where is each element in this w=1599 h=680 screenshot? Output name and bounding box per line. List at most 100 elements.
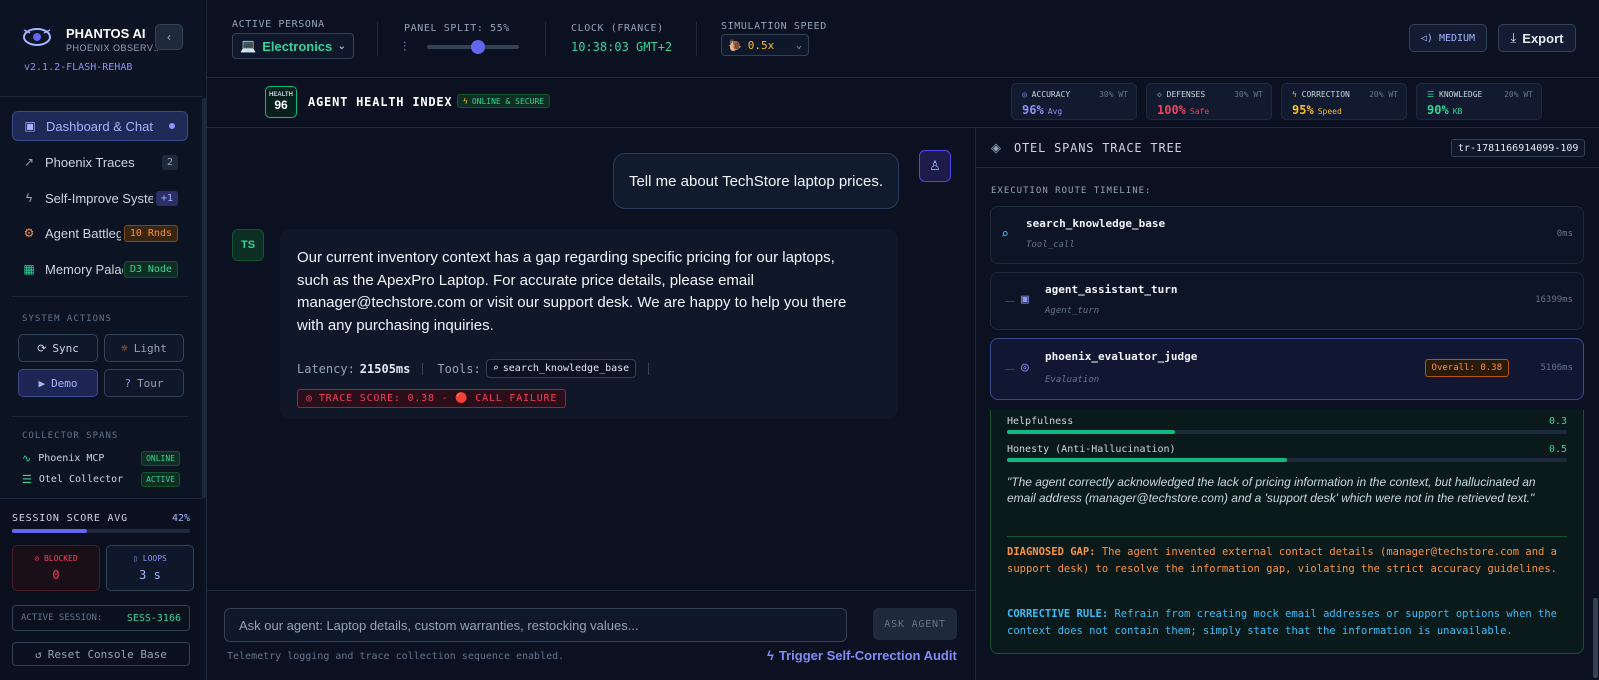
trace-score-badge: ◎ TRACE SCORE: 0.38 - 🔴 CALL FAILURE — [297, 389, 567, 408]
span-agent-assistant-turn[interactable]: ▣ agent_assistant_turn Agent_turn 16399m… — [990, 272, 1584, 330]
trigger-audit-link[interactable]: ϟ Trigger Self-Correction Audit — [767, 648, 957, 663]
divider — [12, 296, 188, 297]
collector-name: Phoenix MCP — [38, 453, 105, 464]
clock-label: CLOCK (FRANCE) — [571, 23, 664, 34]
trace-panel: ◈ OTEL SPANS TRACE TREE tr-1781166914099… — [975, 128, 1599, 680]
grid-icon: ▦ — [23, 262, 35, 276]
metric-sub: KB — [1452, 107, 1463, 116]
metric-value: 90% KB — [1427, 103, 1462, 117]
export-button[interactable]: ⤓ Export — [1498, 24, 1576, 52]
blocked-label: ⊘ BLOCKED — [13, 554, 99, 563]
metric-correction: ϟ CORRECTION 20% WT 95% Speed — [1281, 83, 1407, 120]
bot-message: Our current inventory context has a gap … — [280, 229, 898, 419]
span-type: Agent_turn — [1045, 306, 1100, 316]
collector-name: Otel Collector — [38, 474, 124, 485]
persona-value: Electronics — [262, 38, 333, 54]
span-type: Tool_call — [1026, 240, 1075, 250]
tools-label: Tools: — [437, 361, 481, 376]
chat-input[interactable] — [224, 608, 847, 642]
sim-speed-value: 0.5x — [747, 38, 775, 52]
criterion-row: Helpfulness 0.3 — [1007, 416, 1567, 427]
medium-label: MEDIUM — [1438, 32, 1476, 44]
ask-agent-button[interactable]: ASK AGENT — [873, 608, 957, 640]
metric-name-text: CORRECTION — [1301, 90, 1350, 99]
sun-icon: ☼ — [121, 341, 128, 355]
metric-name: ◇ DEFENSES — [1157, 90, 1205, 99]
tool-chip[interactable]: ⌕ search_knowledge_base — [485, 359, 637, 378]
trace-score-text: TRACE SCORE: 0.38 - 🔴 CALL FAILURE — [318, 393, 558, 404]
collapse-sidebar-button[interactable]: ‹ — [155, 24, 183, 50]
health-badge: HEALTH 96 — [265, 86, 297, 118]
search-icon: ⌕ — [1001, 227, 1009, 242]
chip-icon: ⚙ — [23, 226, 35, 240]
export-label: Export — [1522, 30, 1564, 46]
slider-thumb[interactable] — [470, 40, 485, 54]
evaluation-details: Helpfulness 0.3 Honesty (Anti-Hallucinat… — [990, 410, 1584, 654]
collector-status: ONLINE — [141, 451, 180, 466]
metric-sub: Avg — [1047, 107, 1063, 116]
brand-subtitle: PHOENIX OBSERV… — [66, 43, 158, 53]
health-status-badge: ϟ ONLINE & SECURE — [457, 94, 551, 108]
sidebar-item-dashboard[interactable]: ▣ Dashboard & Chat — [12, 111, 188, 141]
sidebar: PHANTOS AI PHOENIX OBSERV… ‹ v2.1.2-FLAS… — [0, 0, 207, 680]
trend-icon: ↗ — [23, 155, 35, 169]
loops-stat: ▯ LOOPS 3 s — [106, 545, 194, 591]
demo-label: Demo — [51, 376, 78, 390]
chevron-down-icon: ⌄ — [337, 40, 346, 52]
diagnosed-gap-label: DIAGNOSED GAP: — [1007, 546, 1096, 558]
sidebar-item-memory-palace[interactable]: ▦ Memory Palace D3 Node — [12, 254, 188, 284]
blocked-stat: ⊘ BLOCKED 0 — [12, 545, 100, 591]
session-score-fill — [12, 529, 87, 533]
corrective-rule-label: CORRECTIVE RULE: — [1007, 608, 1109, 620]
layers-icon: ◈ — [991, 140, 1001, 155]
activity-icon: ∿ — [22, 452, 32, 465]
criterion-name: Honesty (Anti-Hallucination) — [1007, 444, 1176, 455]
loops-label: ▯ LOOPS — [107, 554, 193, 563]
metric-weight: 20% WT — [1504, 90, 1533, 99]
clock-value: 10:38:03 GMT+2 — [571, 40, 673, 54]
metric-weight: 30% WT — [1099, 90, 1128, 99]
metric-weight: 20% WT — [1369, 90, 1398, 99]
target-icon: ◎ — [1021, 360, 1029, 375]
sidebar-item-battleground[interactable]: ⚙ Agent Battleground 10 Rnds — [12, 218, 188, 248]
volume-medium-button[interactable]: ◁) MEDIUM — [1409, 24, 1487, 52]
span-search-knowledge-base[interactable]: ⌕ search_knowledge_base Tool_call 0ms — [990, 206, 1584, 264]
demo-button[interactable]: ▶ Demo — [18, 369, 98, 397]
span-phoenix-evaluator-judge[interactable]: ◎ phoenix_evaluator_judge Evaluation Ove… — [990, 338, 1584, 400]
reset-label: Reset Console Base — [47, 647, 167, 661]
tour-button[interactable]: ? Tour — [104, 369, 184, 397]
bot-message-meta: Latency: 21505ms Tools: ⌕ search_knowledg… — [297, 359, 663, 378]
bot-avatar: TS — [232, 229, 264, 261]
sync-button[interactable]: ⟳ Sync — [18, 334, 98, 362]
span-duration: 0ms — [1556, 229, 1573, 239]
chat-input-area: ASK AGENT Telemetry logging and trace co… — [207, 590, 975, 680]
sidebar-scrollbar[interactable] — [202, 98, 206, 498]
light-mode-button[interactable]: ☼ Light — [104, 334, 184, 362]
chip-icon: ▣ — [1021, 292, 1029, 307]
bot-message-text: Our current inventory context has a gap … — [297, 249, 847, 334]
sidebar-item-traces[interactable]: ↗ Phoenix Traces 2 — [12, 147, 188, 177]
brand-title: PHANTOS AI — [66, 26, 146, 41]
sidebar-item-label: Agent Battleground — [45, 225, 121, 241]
panel-split-slider[interactable] — [427, 40, 519, 54]
criterion-name: Helpfulness — [1007, 416, 1074, 427]
sidebar-item-label: Memory Palace — [45, 261, 123, 277]
count-badge: 2 — [161, 154, 178, 170]
active-session-value: SESS-3166 — [126, 612, 181, 624]
top-bar: ACTIVE PERSONA 💻 Electronics ⌄ PANEL SPL… — [207, 0, 1599, 78]
sim-speed-select[interactable]: 🐌 0.5x ⌄ — [721, 34, 809, 56]
bolt-icon: ϟ — [767, 648, 774, 663]
divider — [696, 22, 697, 56]
metric-value: 100% Safe — [1157, 103, 1209, 117]
trace-id: tr-1781166914099-109 — [1451, 139, 1586, 157]
trace-panel-scrollbar[interactable] — [1593, 598, 1598, 678]
persona-label: ACTIVE PERSONA — [232, 19, 325, 30]
refresh-icon: ⟳ — [37, 341, 47, 355]
sim-speed-label: SIMULATION SPEED — [721, 21, 827, 32]
sidebar-item-self-improve[interactable]: ϟ Self-Improve System +1 — [12, 183, 188, 213]
sidebar-item-label: Dashboard & Chat — [46, 118, 153, 134]
health-badge-value: 96 — [274, 98, 288, 112]
persona-select[interactable]: 💻 Electronics ⌄ — [232, 33, 354, 59]
download-icon: ⤓ — [1510, 30, 1517, 45]
reset-console-button[interactable]: ↺ Reset Console Base — [12, 642, 190, 666]
